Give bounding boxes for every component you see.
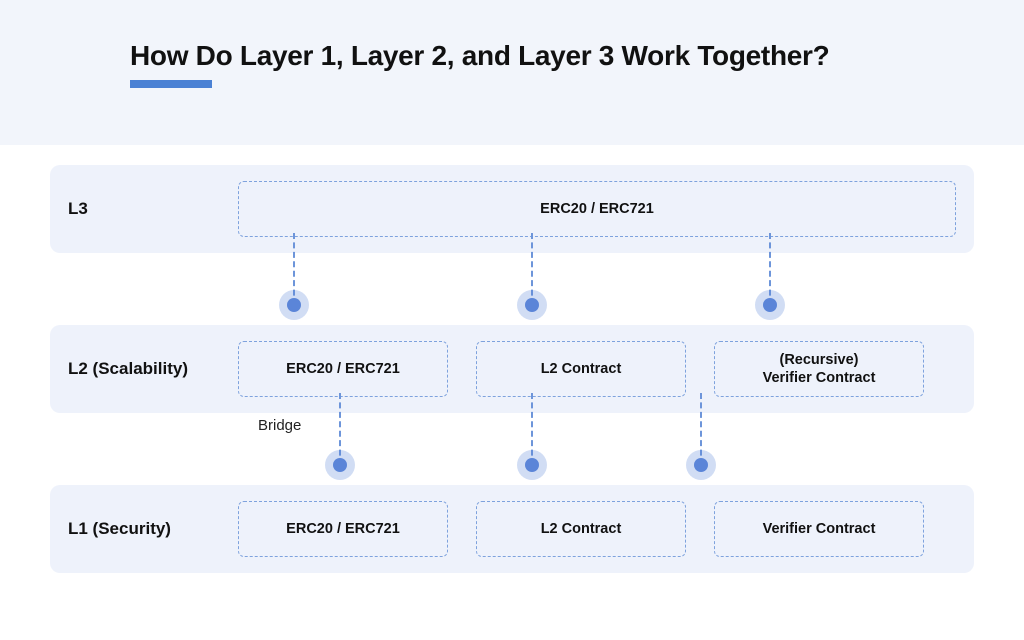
connector-dot-icon — [287, 298, 301, 312]
header: How Do Layer 1, Layer 2, and Layer 3 Wor… — [0, 0, 1024, 145]
layer-l2-boxes: ERC20 / ERC721 L2 Contract (Recursive) V… — [238, 341, 956, 397]
connector-dot-icon — [763, 298, 777, 312]
l2-box-erc: ERC20 / ERC721 — [238, 341, 448, 397]
page-title: How Do Layer 1, Layer 2, and Layer 3 Wor… — [130, 40, 964, 72]
l3-box-erc: ERC20 / ERC721 — [238, 181, 956, 237]
l1-box-erc: ERC20 / ERC721 — [238, 501, 448, 557]
l2-box-verifier: (Recursive) Verifier Contract — [714, 341, 924, 397]
layer-l2: L2 (Scalability) ERC20 / ERC721 L2 Contr… — [50, 325, 974, 413]
diagram-area: L3 ERC20 / ERC721 L2 (Scalability) ERC20… — [0, 145, 1024, 573]
l1-box-verifier: Verifier Contract — [714, 501, 924, 557]
l2-box-l2contract: L2 Contract — [476, 341, 686, 397]
l1-box-l2contract: L2 Contract — [476, 501, 686, 557]
layer-l2-label: L2 (Scalability) — [68, 359, 238, 379]
l2-box-verifier-text: (Recursive) Verifier Contract — [763, 351, 876, 387]
layer-l1-label: L1 (Security) — [68, 519, 238, 539]
connector-dot-icon — [525, 298, 539, 312]
bridge-label: Bridge — [258, 417, 301, 434]
layer-l1: L1 (Security) ERC20 / ERC721 L2 Contract… — [50, 485, 974, 573]
layer-l1-boxes: ERC20 / ERC721 L2 Contract Verifier Cont… — [238, 501, 956, 557]
connector-dot-icon — [525, 458, 539, 472]
connector-dot-icon — [333, 458, 347, 472]
layer-l3-boxes: ERC20 / ERC721 — [238, 181, 956, 237]
connector-dot-icon — [694, 458, 708, 472]
layer-l3: L3 ERC20 / ERC721 — [50, 165, 974, 253]
layer-l3-label: L3 — [68, 199, 238, 219]
title-underline — [130, 80, 212, 88]
